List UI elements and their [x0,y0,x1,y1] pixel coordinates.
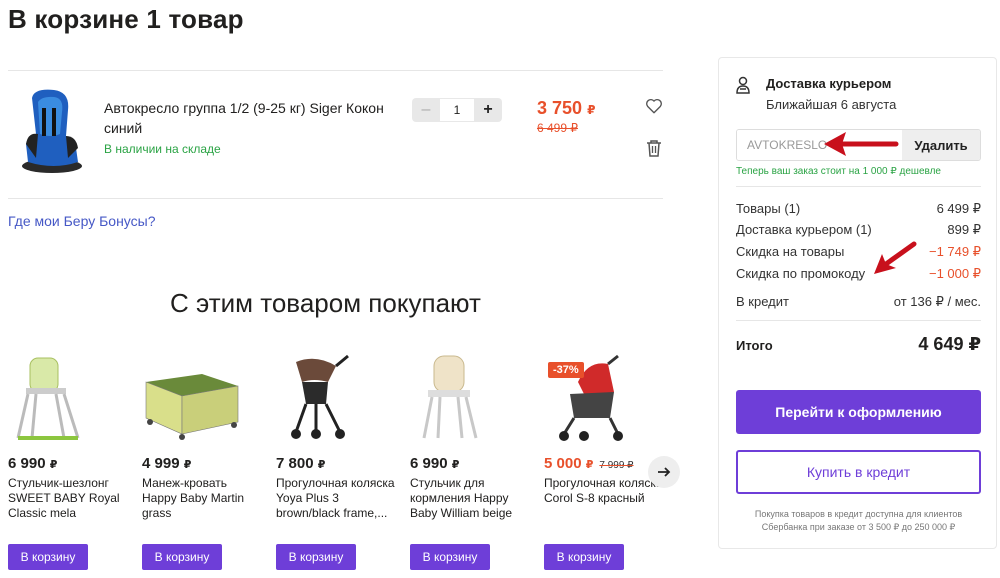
product-currency: ₽ [585,459,594,471]
product-price: 7 800 ₽ [276,455,396,472]
product-image[interactable] [142,352,242,442]
product-currency: ₽ [49,459,58,471]
arrow-right-icon [658,467,671,477]
product-old-price: 7 999 ₽ [599,460,634,471]
quantity-stepper: – 1 + [412,98,502,122]
delivery-title: Доставка курьером [766,76,892,91]
qty-minus-button[interactable]: – [412,98,440,122]
recommendations-title-text: С этим товаром покупают [170,288,481,318]
add-to-cart-button[interactable]: В корзину [544,544,624,570]
car-seat-image[interactable] [14,88,84,174]
summary-value: −1 000 ₽ [928,266,981,281]
courier-icon [736,76,750,94]
item-price-value: 3 750 [537,98,583,118]
qty-plus-button[interactable]: + [474,98,502,122]
item-price: 3 750 ₽ [537,98,595,119]
buy-on-credit-button[interactable]: Купить в кредит [736,450,981,494]
summary-value: от 136 ₽ / мес. [893,294,981,309]
product-currency: ₽ [183,459,192,471]
total-label: Итого [736,338,773,353]
annotation-arrow-icon [824,132,899,156]
carousel-next-button[interactable] [648,456,680,488]
product-price-value: 7 800 [276,455,314,472]
heart-icon[interactable] [645,97,663,115]
remove-promo-button[interactable]: Удалить [902,130,980,160]
product-card: -37% 5 000 ₽7 999 ₽ Прогулочная коляска … [544,352,664,570]
cart-item-title[interactable]: Автокресло группа 1/2 (9-25 кг) Siger Ко… [104,98,394,138]
product-currency: ₽ [317,459,326,471]
summary-row-discount: Скидка на товары −1 749 ₽ [736,244,981,260]
summary-row-delivery: Доставка курьером (1) 899 ₽ [736,222,981,238]
item-price-currency: ₽ [587,103,596,117]
product-name[interactable]: Стульчик-шезлонг SWEET BABY Royal Classi… [8,476,128,524]
add-to-cart-button[interactable]: В корзину [142,544,222,570]
product-card: 6 990 ₽ Стульчик-шезлонг SWEET BABY Roya… [8,352,128,570]
product-image[interactable] [8,352,108,442]
summary-row-promo: Скидка по промокоду −1 000 ₽ [736,266,981,282]
divider [736,186,981,187]
product-price-value: 6 990 [410,455,448,472]
promo-note: Теперь ваш заказ стоит на 1 000 ₽ дешевл… [736,166,941,177]
product-currency: ₽ [451,459,460,471]
summary-label: В кредит [736,294,789,309]
summary-value: 6 499 ₽ [936,201,981,216]
divider [736,320,981,321]
item-old-price: 6 499 ₽ [537,121,578,135]
product-name[interactable]: Стульчик для кормления Happy Baby Willia… [410,476,530,524]
product-price-value: 4 999 [142,455,180,472]
recommendations-title: С этим товаром покупают [170,288,481,323]
divider [8,198,663,199]
total-row: Итого 4 649 ₽ [736,334,981,355]
product-name[interactable]: Прогулочная коляска Corol S-8 красный [544,476,664,524]
summary-value: 899 ₽ [947,222,981,237]
product-image[interactable] [410,352,510,442]
summary-label: Товары (1) [736,201,801,216]
delivery-date: Ближайшая 6 августа [766,97,897,112]
product-price-value: 5 000 [544,455,582,472]
summary-label: Скидка на товары [736,244,845,259]
total-value: 4 649 ₽ [918,334,981,354]
trash-icon[interactable] [646,139,662,157]
summary-row-items: Товары (1) 6 499 ₽ [736,201,981,217]
credit-note: Покупка товаров в кредит доступна для кл… [754,509,963,532]
summary-row-credit: В кредит от 136 ₽ / мес. [736,294,981,310]
bonus-link[interactable]: Где мои Беру Бонусы? [8,213,156,229]
page-title: В корзине 1 товар [8,4,244,34]
product-price-value: 6 990 [8,455,46,472]
product-price: 6 990 ₽ [8,455,128,472]
stock-status: В наличии на складе [104,142,221,156]
product-image[interactable] [276,352,376,442]
add-to-cart-button[interactable]: В корзину [410,544,490,570]
product-card: 6 990 ₽ Стульчик для кормления Happy Bab… [410,352,530,570]
annotation-arrow-icon [874,241,917,274]
product-card: 4 999 ₽ Манеж-кровать Happy Baby Martin … [142,352,262,570]
qty-value[interactable]: 1 [440,98,474,122]
product-name[interactable]: Манеж-кровать Happy Baby Martin grass [142,476,262,524]
summary-value: −1 749 ₽ [928,244,981,259]
discount-badge: -37% [548,362,584,378]
product-price: 4 999 ₽ [142,455,262,472]
product-price: 5 000 ₽7 999 ₽ [544,455,664,472]
product-card: 7 800 ₽ Прогулочная коляска Yoya Plus 3 … [276,352,396,570]
checkout-button[interactable]: Перейти к оформлению [736,390,981,434]
add-to-cart-button[interactable]: В корзину [8,544,88,570]
product-name[interactable]: Прогулочная коляска Yoya Plus 3 brown/bl… [276,476,396,524]
summary-label: Доставка курьером (1) [736,222,872,237]
add-to-cart-button[interactable]: В корзину [276,544,356,570]
summary-label: Скидка по промокоду [736,266,866,281]
divider [8,70,663,71]
product-price: 6 990 ₽ [410,455,530,472]
